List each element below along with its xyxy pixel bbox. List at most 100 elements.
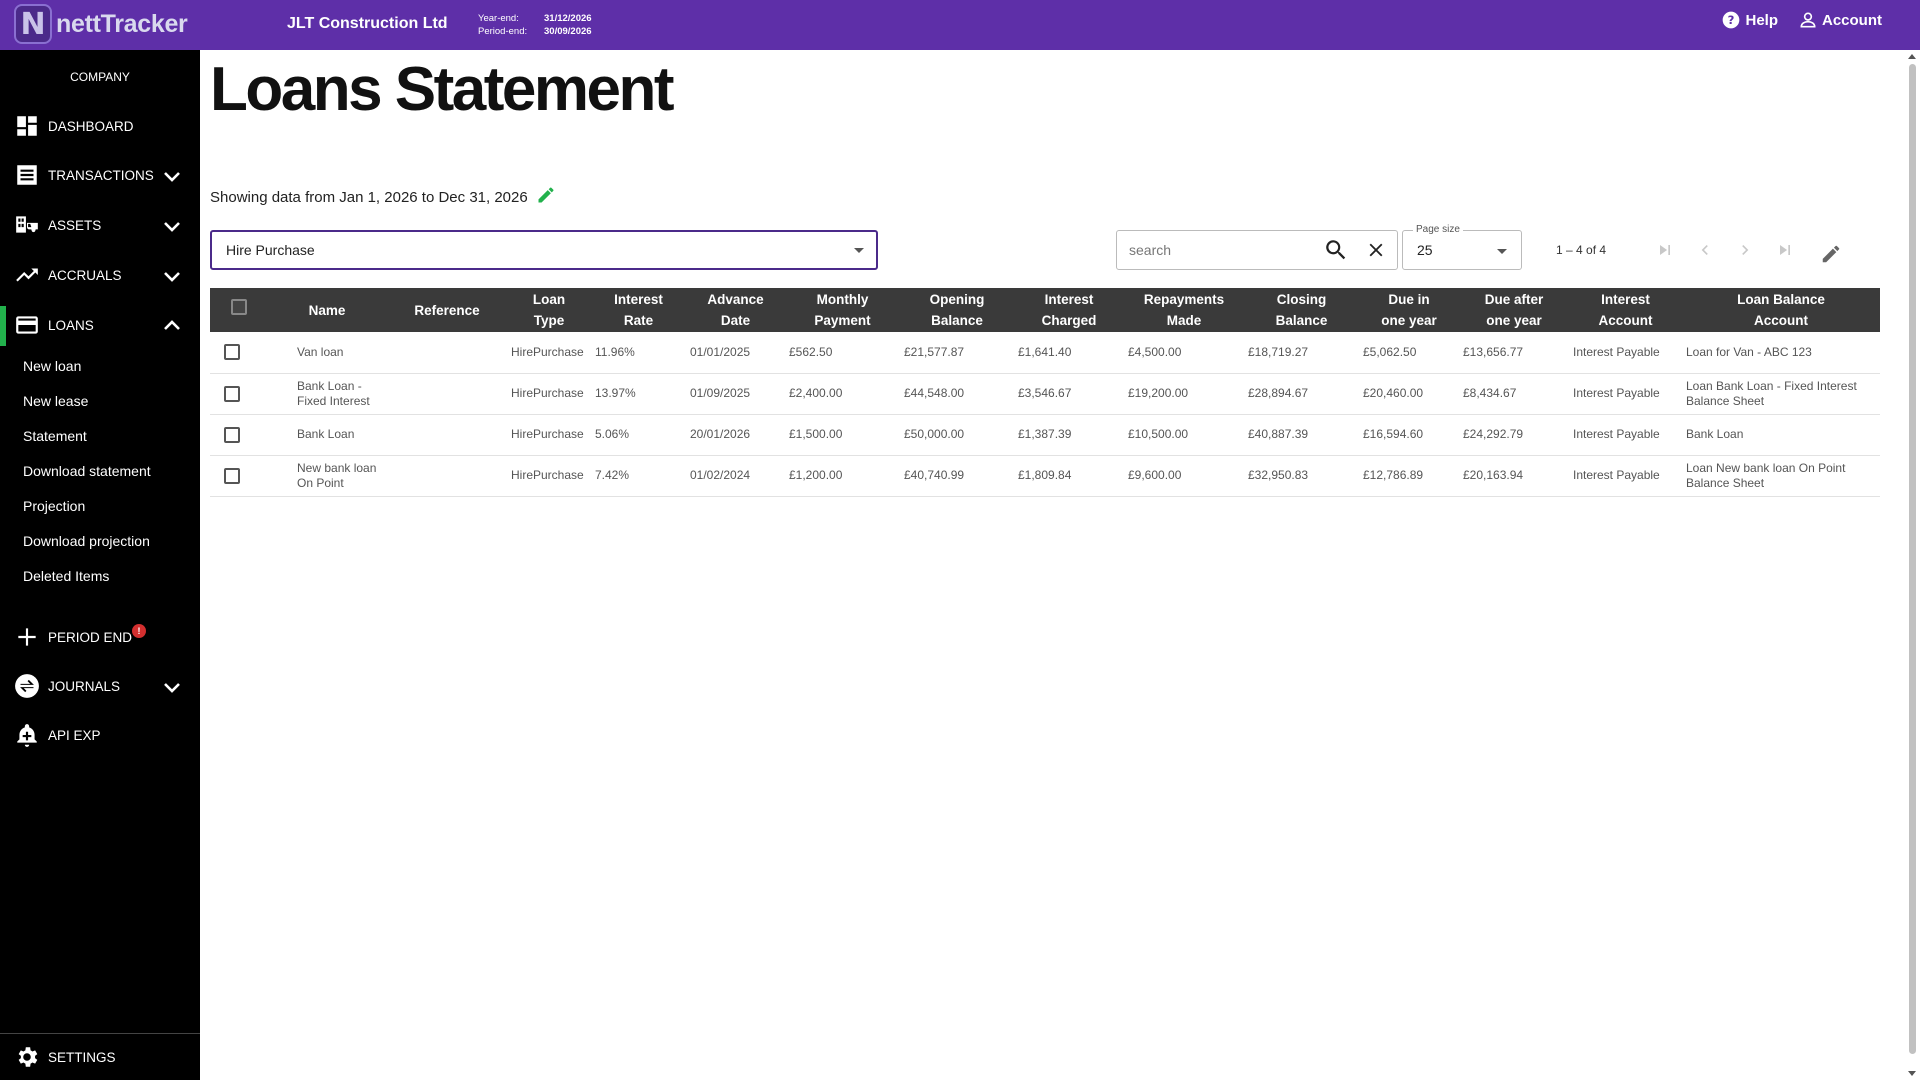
list-icon [14, 162, 40, 188]
dashboard-icon [14, 113, 40, 139]
page-size-select[interactable]: Page size 25 [1402, 224, 1522, 270]
table-cell: £20,163.94 [1459, 455, 1569, 497]
table-row[interactable]: Bank Loan - Fixed Interest HirePurchase 13… [210, 373, 1880, 415]
top-bar: N nettTracker JLT Construction Ltd Year-… [0, 0, 1920, 50]
table-cell: Loan for Van - ABC 123 [1682, 332, 1880, 374]
table-cell: New bank loan On Point [267, 455, 387, 497]
help-label: Help [1745, 11, 1778, 29]
table-cell: £562.50 [785, 332, 900, 374]
sidebar-item-label: SETTINGS [48, 1050, 116, 1065]
sidebar-item-label: ASSETS [48, 218, 102, 233]
row-checkbox[interactable] [223, 385, 240, 402]
scroll-down-icon[interactable] [1908, 1071, 1916, 1076]
row-checkbox[interactable] [223, 344, 240, 361]
sidebar-company-label: COMPANY [70, 70, 130, 84]
search-field [1116, 230, 1398, 270]
table-cell: Interest Payable [1569, 373, 1682, 415]
top-right-actions: ? Help Account [1721, 10, 1882, 30]
edit-table-button[interactable] [1820, 243, 1842, 265]
table-cell: £12,786.89 [1359, 455, 1459, 497]
table-cell: Interest Payable [1569, 332, 1682, 374]
table-cell: Loan New bank loan On Point Balance Shee… [1682, 455, 1880, 497]
sidebar-sub-download-projection[interactable]: Download projection [23, 533, 150, 549]
help-icon: ? [1723, 11, 1740, 29]
table-cell: 13.97% [591, 373, 686, 415]
scroll-up-icon[interactable] [1908, 54, 1916, 59]
table-cell: £32,950.83 [1244, 455, 1359, 497]
table-cell: £19,200.00 [1124, 373, 1244, 415]
chevron-down-icon[interactable] [160, 675, 184, 699]
sidebar-sub-projection[interactable]: Projection [23, 498, 85, 514]
chevron-down-icon[interactable] [160, 164, 184, 188]
search-input[interactable] [1129, 240, 1309, 260]
table-cell: 11.96% [591, 332, 686, 374]
table-cell: £1,500.00 [785, 414, 900, 456]
search-icon[interactable] [1323, 237, 1349, 263]
table-cell: £2,400.00 [785, 373, 900, 415]
table-cell: £5,062.50 [1359, 332, 1459, 374]
column-header: Loan Balance Account [1682, 288, 1880, 332]
card-icon [14, 312, 40, 338]
table-cell: £10,500.00 [1124, 414, 1244, 456]
company-name: JLT Construction Ltd [287, 15, 448, 32]
sidebar-item-transactions[interactable]: TRANSACTIONS [0, 154, 200, 194]
sidebar-item-label: JOURNALS [48, 679, 121, 694]
sidebar-item-api-exp[interactable]: API EXP [0, 714, 200, 754]
main-content: Loans Statement Showing data from Jan 1,… [200, 50, 1900, 1080]
loan-type-selected-value: Hire Purchase [226, 242, 315, 258]
sidebar-item-dashboard[interactable]: DASHBOARD [0, 105, 200, 145]
sidebar-sub-download-statement[interactable]: Download statement [23, 463, 151, 479]
sidebar-sub-statement[interactable]: Statement [23, 428, 87, 444]
period-end-value: 30/09/2026 [544, 26, 592, 37]
table-row[interactable]: Van loan HirePurchase 11.96% 01/01/2025 £562… [210, 332, 1880, 374]
table-row[interactable]: Bank Loan HirePurchase 5.06% 20/01/2026 £1,5… [210, 414, 1880, 456]
assets-icon [14, 212, 40, 238]
row-checkbox[interactable] [223, 426, 240, 443]
table-cell: 5.06% [591, 414, 686, 456]
swap-icon [14, 673, 40, 699]
sidebar-item-assets[interactable]: ASSETS [0, 204, 200, 244]
column-header: Loan Type [507, 288, 591, 332]
last-page-button[interactable] [1775, 240, 1795, 260]
table-cell: £21,577.87 [900, 332, 1014, 374]
sidebar-item-accruals[interactable]: ACCRUALS [0, 254, 200, 294]
table-row[interactable]: New bank loan On Point HirePurchase 7.42% 0… [210, 455, 1880, 497]
period-end-label: Period-end: [478, 26, 528, 37]
gear-icon [14, 1044, 40, 1070]
table-header-row: Name Reference Loan Type Interest Rate Advan… [210, 288, 1880, 332]
next-page-button[interactable] [1735, 240, 1755, 260]
scrollbar-thumb[interactable] [1909, 64, 1916, 1054]
account-link[interactable]: Account [1798, 10, 1882, 30]
page-scrollbar[interactable] [1904, 50, 1920, 1080]
table-cell: £8,434.67 [1459, 373, 1569, 415]
table-cell: £20,460.00 [1359, 373, 1459, 415]
loan-type-select[interactable]: Hire Purchase [210, 230, 878, 270]
help-link[interactable]: ? Help [1721, 10, 1778, 30]
sidebar-item-loans[interactable]: LOANS [0, 304, 200, 346]
previous-page-button[interactable] [1695, 240, 1715, 260]
chevron-down-icon[interactable] [160, 264, 184, 288]
chevron-down-icon[interactable] [160, 214, 184, 238]
close-icon[interactable] [1365, 239, 1387, 261]
sidebar-settings-section: SETTINGS [0, 1033, 200, 1080]
date-range-text: Showing data from Jan 1, 2026 to Dec 31,… [210, 189, 528, 206]
sidebar-item-label: LOANS [48, 318, 94, 333]
page-size-value: 25 [1417, 242, 1433, 258]
row-checkbox[interactable] [223, 467, 240, 484]
sidebar-item-period-end[interactable]: PERIOD END ! [0, 616, 200, 656]
sidebar-item-journals[interactable]: JOURNALS [0, 665, 200, 705]
sidebar-item-settings[interactable]: SETTINGS [0, 1036, 200, 1076]
column-header: Interest Account [1569, 288, 1682, 332]
sidebar-sub-new-lease[interactable]: New lease [23, 393, 88, 409]
chevron-up-icon[interactable] [160, 314, 184, 338]
logo[interactable]: N nettTracker [14, 4, 188, 44]
sidebar-sub-new-loan[interactable]: New loan [23, 358, 81, 374]
table-cell: Bank Loan [267, 414, 387, 456]
table-cell: Interest Payable [1569, 414, 1682, 456]
edit-date-range-button[interactable] [536, 185, 556, 205]
first-page-button[interactable] [1655, 240, 1675, 260]
select-all-checkbox[interactable] [230, 299, 247, 315]
account-label: Account [1822, 11, 1882, 29]
sidebar-sub-deleted-items[interactable]: Deleted Items [23, 568, 109, 584]
table-cell [387, 373, 507, 415]
